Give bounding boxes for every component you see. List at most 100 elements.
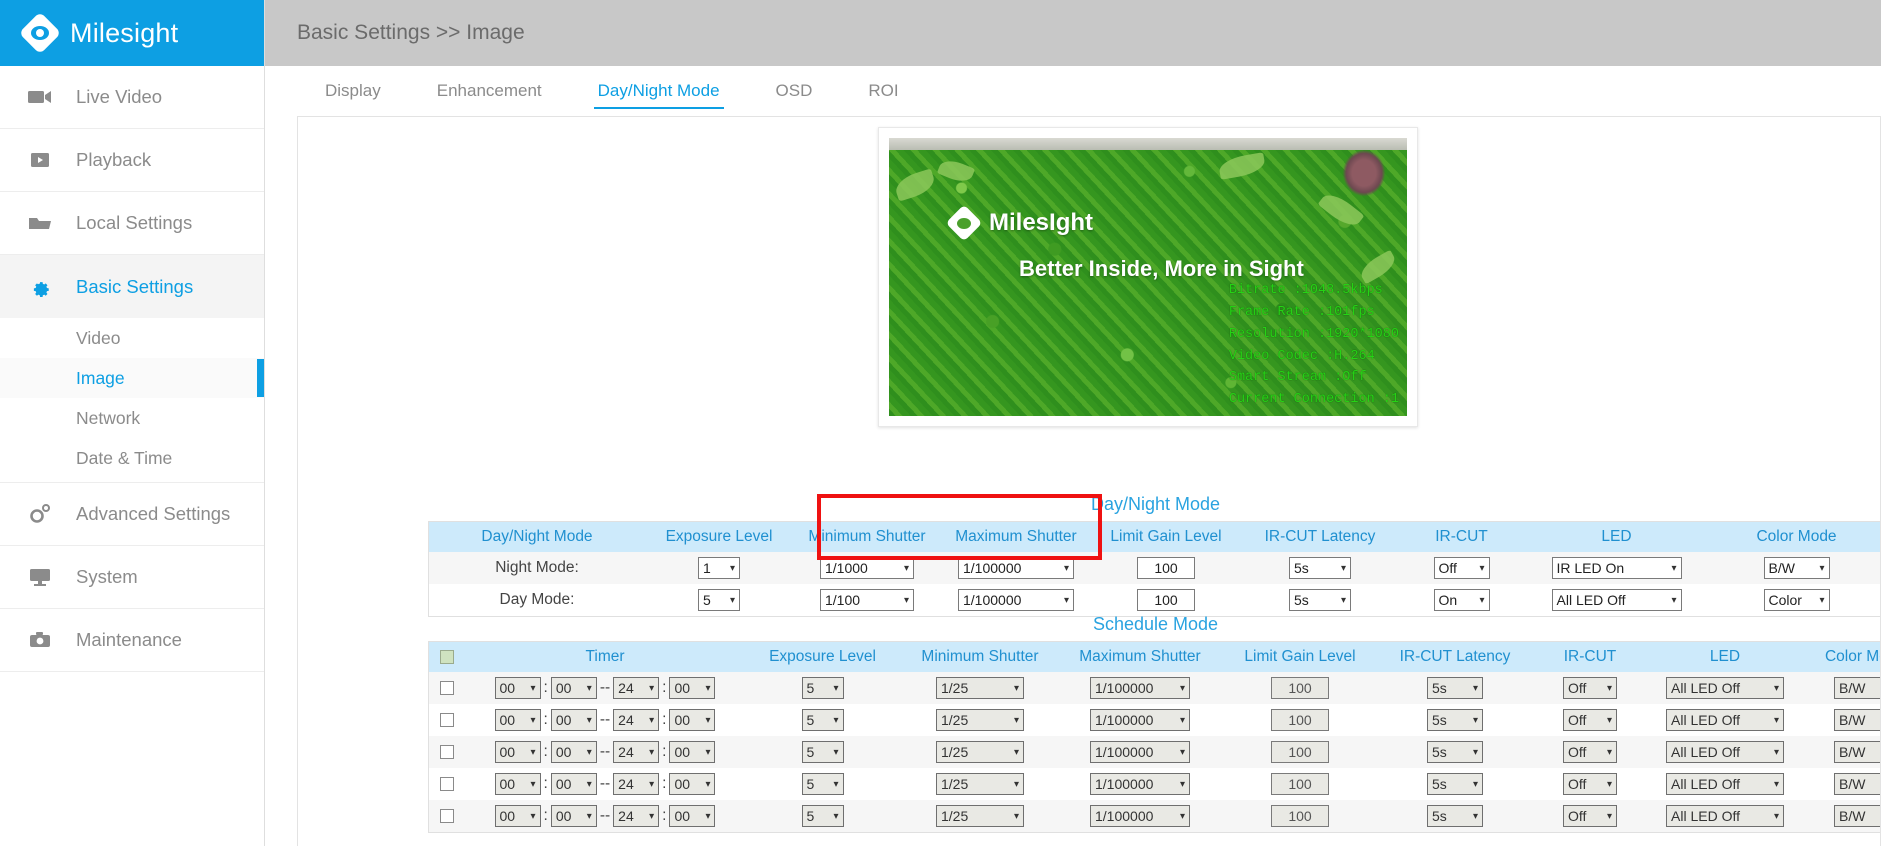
timer-start-hour-select[interactable]: 00 ▾ [494, 709, 541, 731]
sidebar-item-basic-settings[interactable]: Basic Settings [0, 255, 264, 318]
limit-gain-level-input-night[interactable]: 100 [1137, 557, 1195, 579]
timer-start-hour-select[interactable]: 00 ▾ [494, 805, 541, 827]
tab-display[interactable]: Display [297, 69, 409, 113]
minimum-shutter-select[interactable]: 1/25 ▾ [936, 741, 1024, 763]
color-mode-select[interactable]: B/W▾ [1834, 773, 1880, 795]
ir-cut-latency-select[interactable]: 5s ▾ [1427, 709, 1483, 731]
led-select-night[interactable]: IR LED On ▾ [1551, 557, 1682, 579]
ir-cut-select-day[interactable]: On ▾ [1433, 589, 1490, 611]
ir-cut-select[interactable]: Off ▾ [1563, 741, 1617, 763]
timer-start-minute-select[interactable]: 00 ▾ [550, 677, 597, 699]
color-mode-select[interactable]: B/W▾ [1834, 741, 1880, 763]
timer-start-hour-select[interactable]: 00 ▾ [494, 677, 541, 699]
ir-cut-latency-select[interactable]: 5s ▾ [1427, 773, 1483, 795]
ir-cut-select[interactable]: Off ▾ [1563, 709, 1617, 731]
timer-dash: -- [599, 743, 611, 761]
ir-cut-latency-select-day[interactable]: 5s ▾ [1289, 589, 1351, 611]
maximum-shutter-select[interactable]: 1/100000 ▾ [1090, 677, 1190, 699]
exposure-level-select[interactable]: 5 ▾ [801, 741, 844, 763]
ir-cut-latency-select[interactable]: 5s ▾ [1427, 741, 1483, 763]
sidebar-item-live-video[interactable]: Live Video [0, 66, 264, 129]
exposure-level-select-day[interactable]: 5 ▾ [698, 589, 740, 611]
sidebar-item-video[interactable]: Video [0, 318, 264, 358]
maximum-shutter-select[interactable]: 1/100000 ▾ [1090, 773, 1190, 795]
timer-start-minute-select[interactable]: 00 ▾ [550, 773, 597, 795]
maximum-shutter-select-night[interactable]: 1/100000 ▾ [958, 557, 1074, 579]
sidebar-item-local-settings[interactable]: Local Settings [0, 192, 264, 255]
limit-gain-level-input[interactable]: 100 [1271, 805, 1329, 827]
led-select[interactable]: All LED Off ▾ [1666, 677, 1784, 699]
timer-end-minute-select[interactable]: 00 ▾ [669, 709, 716, 731]
led-select[interactable]: All LED Off ▾ [1666, 805, 1784, 827]
row-checkbox[interactable] [440, 712, 454, 727]
sidebar-item-network[interactable]: Network [0, 398, 264, 438]
limit-gain-level-input-day[interactable]: 100 [1137, 589, 1195, 611]
ir-cut-latency-select-night[interactable]: 5s ▾ [1289, 557, 1351, 579]
limit-gain-level-input[interactable]: 100 [1271, 773, 1329, 795]
ir-cut-select-night[interactable]: Off ▾ [1433, 557, 1490, 579]
limit-gain-level-input[interactable]: 100 [1271, 677, 1329, 699]
sidebar-item-image[interactable]: Image [0, 358, 264, 398]
timer-start-minute-select[interactable]: 00 ▾ [550, 709, 597, 731]
timer-end-hour-select[interactable]: 24 ▾ [613, 677, 660, 699]
led-select[interactable]: All LED Off ▾ [1666, 709, 1784, 731]
led-select-day[interactable]: All LED Off ▾ [1551, 589, 1682, 611]
maximum-shutter-select[interactable]: 1/100000 ▾ [1090, 805, 1190, 827]
ir-cut-latency-select[interactable]: 5s ▾ [1427, 677, 1483, 699]
sidebar-item-date-time[interactable]: Date & Time [0, 438, 264, 478]
ir-cut-select[interactable]: Off ▾ [1563, 805, 1617, 827]
timer-start-hour-select[interactable]: 00 ▾ [494, 773, 541, 795]
color-mode-select[interactable]: B/W▾ [1834, 805, 1880, 827]
tab-roi[interactable]: ROI [840, 69, 926, 113]
led-select[interactable]: All LED Off ▾ [1666, 773, 1784, 795]
sidebar-item-system[interactable]: System [0, 546, 264, 609]
timer-start-hour-select[interactable]: 00 ▾ [494, 741, 541, 763]
ir-cut-latency-select[interactable]: 5s ▾ [1427, 805, 1483, 827]
timer-end-minute-select[interactable]: 00 ▾ [669, 677, 716, 699]
minimum-shutter-select[interactable]: 1/25 ▾ [936, 709, 1024, 731]
timer-end-hour-select[interactable]: 24 ▾ [613, 741, 660, 763]
exposure-level-select[interactable]: 5 ▾ [801, 805, 844, 827]
tab-osd[interactable]: OSD [748, 69, 841, 113]
row-checkbox[interactable] [440, 680, 454, 695]
tab-enhancement[interactable]: Enhancement [409, 69, 570, 113]
minimum-shutter-select[interactable]: 1/25 ▾ [936, 677, 1024, 699]
timer-end-hour-select[interactable]: 24 ▾ [613, 709, 660, 731]
video-preview[interactable]: MilesIght Better Inside, More in Sight B… [889, 138, 1407, 416]
minimum-shutter-select-night[interactable]: 1/1000 ▾ [820, 557, 914, 579]
maximum-shutter-select-day[interactable]: 1/100000 ▾ [958, 589, 1074, 611]
limit-gain-level-input[interactable]: 100 [1271, 709, 1329, 731]
row-checkbox[interactable] [440, 776, 454, 791]
color-mode-select-day[interactable]: Color ▾ [1763, 589, 1830, 611]
exposure-level-select-night[interactable]: 1 ▾ [698, 557, 740, 579]
exposure-level-select[interactable]: 5 ▾ [801, 773, 844, 795]
tab-day-night-mode[interactable]: Day/Night Mode [570, 69, 748, 113]
minimum-shutter-select[interactable]: 1/25 ▾ [936, 773, 1024, 795]
select-all-checkbox[interactable] [440, 649, 454, 664]
timer-end-minute-select[interactable]: 00 ▾ [669, 773, 716, 795]
row-checkbox[interactable] [440, 744, 454, 759]
minimum-shutter-select[interactable]: 1/25 ▾ [936, 805, 1024, 827]
minimum-shutter-select-day[interactable]: 1/100 ▾ [820, 589, 914, 611]
limit-gain-level-input[interactable]: 100 [1271, 741, 1329, 763]
row-checkbox[interactable] [440, 808, 454, 823]
timer-end-minute-select[interactable]: 00 ▾ [669, 805, 716, 827]
ir-cut-select[interactable]: Off ▾ [1563, 677, 1617, 699]
color-mode-select-night[interactable]: B/W ▾ [1763, 557, 1830, 579]
color-mode-select[interactable]: B/W▾ [1834, 677, 1880, 699]
timer-start-minute-select[interactable]: 00 ▾ [550, 805, 597, 827]
exposure-level-select[interactable]: 5 ▾ [801, 677, 844, 699]
timer-end-hour-select[interactable]: 24 ▾ [613, 773, 660, 795]
maximum-shutter-select[interactable]: 1/100000 ▾ [1090, 741, 1190, 763]
led-select[interactable]: All LED Off ▾ [1666, 741, 1784, 763]
timer-end-hour-select[interactable]: 24 ▾ [613, 805, 660, 827]
sidebar-item-playback[interactable]: Playback [0, 129, 264, 192]
timer-start-minute-select[interactable]: 00 ▾ [550, 741, 597, 763]
sidebar-item-maintenance[interactable]: Maintenance [0, 609, 264, 672]
maximum-shutter-select[interactable]: 1/100000 ▾ [1090, 709, 1190, 731]
timer-end-minute-select[interactable]: 00 ▾ [669, 741, 716, 763]
color-mode-select[interactable]: B/W▾ [1834, 709, 1880, 731]
exposure-level-select[interactable]: 5 ▾ [801, 709, 844, 731]
ir-cut-select[interactable]: Off ▾ [1563, 773, 1617, 795]
sidebar-item-advanced-settings[interactable]: Advanced Settings [0, 483, 264, 546]
